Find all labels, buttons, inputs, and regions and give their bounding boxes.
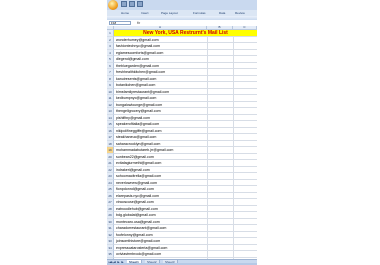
name-box[interactable]: F18 (109, 21, 131, 25)
office-button[interactable] (108, 0, 118, 10)
excel-window: Home Insert Page Layout Formulas Data Re… (107, 0, 257, 265)
redo-icon[interactable] (137, 1, 143, 7)
undo-icon[interactable] (129, 1, 135, 7)
title-bar (107, 0, 257, 10)
worksheet-grid[interactable]: A B C 1 New York, USA Restrurnt's Mail L… (107, 26, 257, 259)
save-icon[interactable] (121, 1, 127, 7)
